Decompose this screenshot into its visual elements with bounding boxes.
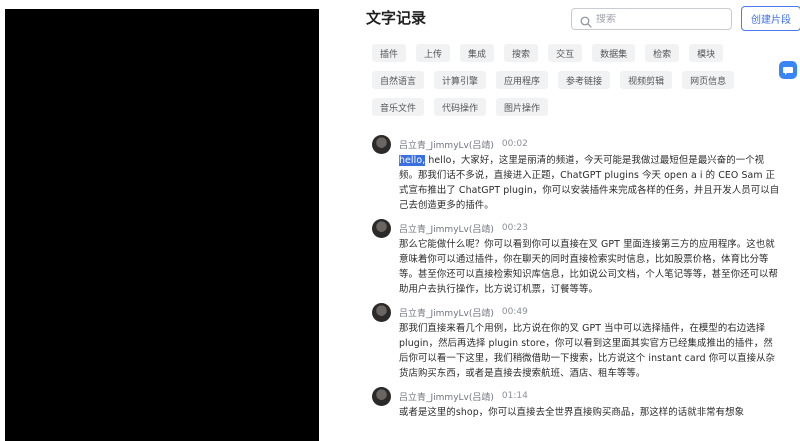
keyword-tag[interactable]: 自然语言 xyxy=(372,71,425,89)
speaker-name: 吕立青_JimmyLv(吕靖) xyxy=(399,308,494,319)
transcript-entry[interactable]: 吕立青_JimmyLv(吕靖) 01:14 或者是这里的shop，你可以直接去全世界… xyxy=(372,386,782,420)
speaker-name: 吕立青_JimmyLv(吕靖) xyxy=(399,224,494,235)
entry-body: 那么它能做什么呢？你可以看到你可以直接在叉 GPT 里面连接第三方的应用程序。这… xyxy=(399,239,779,295)
keyword-tag[interactable]: 数据集 xyxy=(592,44,636,62)
transcript-header: 文字记录 创建片段 xyxy=(366,6,800,32)
keyword-tag[interactable]: 上传 xyxy=(416,44,451,62)
search-box[interactable] xyxy=(571,8,732,30)
transcript-list: 吕立青_JimmyLv(吕靖) 00:02 hello, hello，大家好，这里是… xyxy=(372,134,782,426)
search-input[interactable] xyxy=(596,13,726,25)
tag-row: 插件 上传 集成 搜索 交互 数据集 检索 模块 xyxy=(372,44,772,62)
entry-header: 吕立青_JimmyLv(吕靖) 01:14 xyxy=(372,386,782,406)
timestamp[interactable]: 00:23 xyxy=(502,223,528,233)
keyword-tag[interactable]: 参考链接 xyxy=(558,71,611,89)
avatar xyxy=(372,134,391,154)
keyword-tag[interactable]: 模块 xyxy=(689,44,724,62)
entry-header: 吕立青_JimmyLv(吕靖) 00:02 xyxy=(372,134,782,154)
entry-header: 吕立青_JimmyLv(吕靖) 00:23 xyxy=(372,218,782,238)
timestamp[interactable]: 00:02 xyxy=(502,139,528,149)
keyword-tag[interactable]: 应用程序 xyxy=(496,71,549,89)
entry-text: 或者是这里的shop，你可以直接去全世界直接购买商品，那这样的话就非常有想象 xyxy=(399,405,782,420)
entry-text: 那我们直接来看几个用例，比方说在你的叉 GPT 当中可以选择插件，在模型的右边选… xyxy=(399,321,782,381)
keyword-tags: 插件 上传 集成 搜索 交互 数据集 检索 模块 自然语言 计算引擎 应用程序 参考链接 视频剪辑 网页信… xyxy=(372,44,772,125)
tag-row: 自然语言 计算引擎 应用程序 参考链接 视频剪辑 网页信息 xyxy=(372,71,772,89)
keyword-tag[interactable]: 代码操作 xyxy=(434,98,487,116)
keyword-tag[interactable]: 插件 xyxy=(372,44,407,62)
tag-row: 音乐文件 代码操作 图片操作 xyxy=(372,98,772,116)
video-player[interactable] xyxy=(5,9,319,441)
avatar xyxy=(372,386,391,406)
keyword-tag[interactable]: 音乐文件 xyxy=(372,98,425,116)
entry-body: 或者是这里的shop，你可以直接去全世界直接购买商品，那这样的话就非常有想象 xyxy=(399,407,745,418)
keyword-tag[interactable]: 图片操作 xyxy=(496,98,549,116)
timestamp[interactable]: 00:49 xyxy=(502,307,528,317)
entry-header: 吕立青_JimmyLv(吕靖) 00:49 xyxy=(372,302,782,322)
transcript-panel: 文字记录 创建片段 插件上传集成搜索交互数据集检索模块自然语言计算引擎应用程序参… xyxy=(346,0,800,441)
timestamp[interactable]: 01:14 xyxy=(502,391,528,401)
keyword-tag[interactable]: 检索 xyxy=(645,44,680,62)
highlighted-text: hello, xyxy=(399,155,426,166)
transcript-entry[interactable]: 吕立青_JimmyLv(吕靖) 00:02 hello, hello，大家好，这里是… xyxy=(372,134,782,213)
entry-body: 那我们直接来看几个用例，比方说在你的叉 GPT 当中可以选择插件，在模型的右边选… xyxy=(399,323,776,379)
speaker-name: 吕立青_JimmyLv(吕靖) xyxy=(399,140,494,151)
transcript-entry[interactable]: 吕立青_JimmyLv(吕靖) 00:23 那么它能做什么呢？你可以看到你可以直接在… xyxy=(372,218,782,297)
keyword-tag[interactable]: 视频剪辑 xyxy=(620,71,673,89)
search-icon xyxy=(580,13,592,28)
panel-title: 文字记录 xyxy=(366,9,427,27)
keyword-tag[interactable]: 网页信息 xyxy=(682,71,735,89)
keyword-tag[interactable]: 计算引擎 xyxy=(434,71,487,89)
entry-text: hello, hello，大家好，这里是丽清的频道，今天可能是我做过最短但是最兴… xyxy=(399,153,782,213)
keyword-tag[interactable]: 交互 xyxy=(548,44,583,62)
entry-text: 那么它能做什么呢？你可以看到你可以直接在叉 GPT 里面连接第三方的应用程序。这… xyxy=(399,237,782,297)
keyword-tag[interactable]: 集成 xyxy=(460,44,495,62)
avatar xyxy=(372,218,391,238)
speaker-name: 吕立青_JimmyLv(吕靖) xyxy=(399,392,494,403)
chat-bubble-icon[interactable] xyxy=(779,61,797,79)
avatar xyxy=(372,302,391,322)
entry-body: hello，大家好，这里是丽清的频道，今天可能是我做过最短但是最兴奋的一个视频。… xyxy=(399,155,780,211)
transcript-entry[interactable]: 吕立青_JimmyLv(吕靖) 00:49 那我们直接来看几个用例，比方说在你的叉 … xyxy=(372,302,782,381)
keyword-tag[interactable]: 搜索 xyxy=(504,44,539,62)
create-clip-button[interactable]: 创建片段 xyxy=(741,6,800,31)
